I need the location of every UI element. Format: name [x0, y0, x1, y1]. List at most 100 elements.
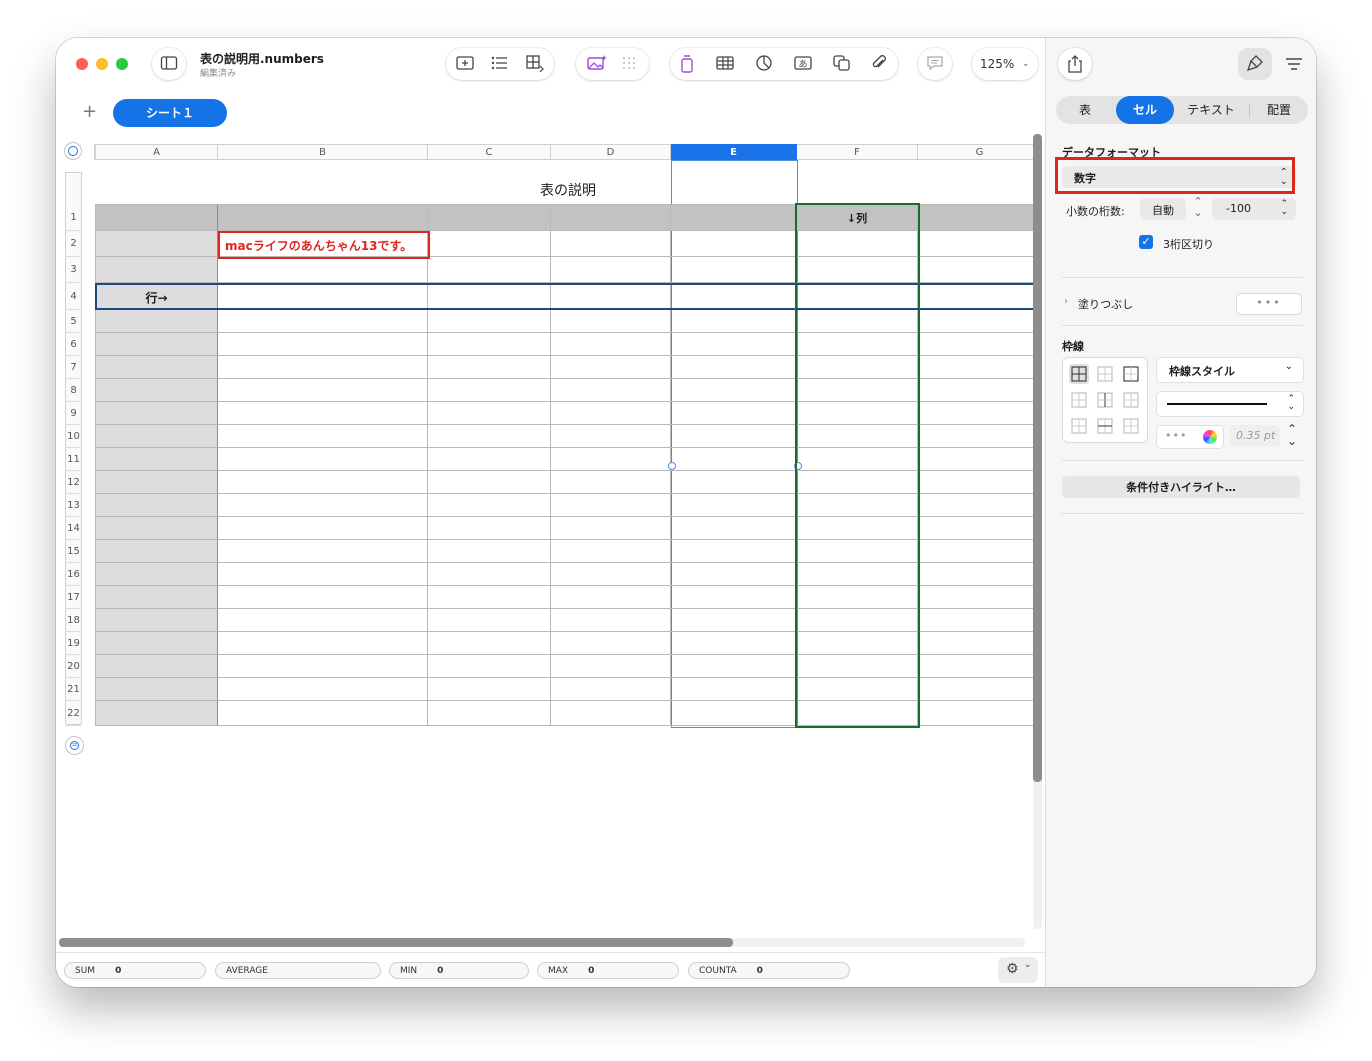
cell-c12[interactable]	[428, 471, 551, 494]
cell-e14[interactable]	[671, 517, 797, 540]
border-width-field[interactable]: 0.35 pt	[1230, 425, 1280, 447]
vertical-inner-icon[interactable]	[1095, 390, 1115, 410]
cell-a17[interactable]	[95, 586, 218, 609]
cell-a8[interactable]	[95, 379, 218, 402]
cell-e16[interactable]	[671, 563, 797, 586]
cell-e9[interactable]	[671, 402, 797, 425]
cell-a9[interactable]	[95, 402, 218, 425]
organize-button[interactable]	[1280, 50, 1308, 78]
row-header-18[interactable]: 18	[65, 609, 82, 632]
cell-a15[interactable]	[95, 540, 218, 563]
cell-g19[interactable]	[918, 632, 1042, 655]
cell-g21[interactable]	[918, 678, 1042, 701]
cell-b14[interactable]	[218, 517, 428, 540]
bottom-cells-icon[interactable]	[1069, 416, 1089, 436]
cell-e12[interactable]	[671, 471, 797, 494]
row-header-3[interactable]: 3	[65, 257, 82, 283]
table-add-icon[interactable]	[522, 48, 548, 80]
cell-e21[interactable]	[671, 678, 797, 701]
cell-c1[interactable]	[428, 204, 551, 231]
cell-g3[interactable]	[918, 257, 1042, 283]
cell-b17[interactable]	[218, 586, 428, 609]
cell-a1[interactable]	[95, 204, 218, 231]
cell-g8[interactable]	[918, 379, 1042, 402]
fill-label[interactable]: 塗りつぶし	[1078, 296, 1133, 312]
cell-g15[interactable]	[918, 540, 1042, 563]
vertical-scrollbar-track[interactable]	[1033, 134, 1042, 929]
status-max[interactable]: MAX 0	[537, 962, 679, 979]
cell-e2[interactable]	[671, 231, 797, 257]
cell-e13[interactable]	[671, 494, 797, 517]
right-border-icon[interactable]	[1121, 390, 1141, 410]
tab-table[interactable]: 表	[1056, 96, 1114, 124]
tab-text[interactable]: テキスト	[1176, 96, 1246, 124]
row-header-13[interactable]: 13	[65, 494, 82, 517]
row-header-11[interactable]: 11	[65, 448, 82, 471]
cell-d22[interactable]	[551, 701, 671, 726]
cell-a11[interactable]	[95, 448, 218, 471]
textbox-icon[interactable]: あ	[790, 48, 816, 80]
cell-d19[interactable]	[551, 632, 671, 655]
status-sum[interactable]: SUM 0	[64, 962, 206, 979]
cell-c3[interactable]	[428, 257, 551, 283]
cell-d12[interactable]	[551, 471, 671, 494]
cell-d13[interactable]	[551, 494, 671, 517]
cell-c15[interactable]	[428, 540, 551, 563]
cell-e10[interactable]	[671, 425, 797, 448]
all-borders-icon[interactable]	[1069, 364, 1089, 384]
cell-d14[interactable]	[551, 517, 671, 540]
cell-g5[interactable]	[918, 310, 1042, 333]
cell-d17[interactable]	[551, 586, 671, 609]
row-header-8[interactable]: 8	[65, 379, 82, 402]
column-header-f[interactable]: F	[797, 144, 918, 160]
cell-g22[interactable]	[918, 701, 1042, 726]
cell-g18[interactable]	[918, 609, 1042, 632]
cell-e17[interactable]	[671, 586, 797, 609]
cell-g12[interactable]	[918, 471, 1042, 494]
cell-c22[interactable]	[428, 701, 551, 726]
cell-a19[interactable]	[95, 632, 218, 655]
cell-c6[interactable]	[428, 333, 551, 356]
cell-c14[interactable]	[428, 517, 551, 540]
cell-c16[interactable]	[428, 563, 551, 586]
cell-g14[interactable]	[918, 517, 1042, 540]
cell-g11[interactable]	[918, 448, 1042, 471]
cell-g10[interactable]	[918, 425, 1042, 448]
cell-c21[interactable]	[428, 678, 551, 701]
status-min[interactable]: MIN 0	[389, 962, 529, 979]
row-header-14[interactable]: 14	[65, 517, 82, 540]
decimals-select[interactable]: 自動	[1140, 198, 1186, 220]
conditional-highlight-button[interactable]: 条件付きハイライト…	[1062, 476, 1300, 498]
add-row-button[interactable]: =	[65, 736, 84, 755]
cell-c11[interactable]	[428, 448, 551, 471]
row-header-9[interactable]: 9	[65, 402, 82, 425]
text-icon[interactable]	[674, 48, 700, 80]
column-header-g[interactable]: G	[918, 144, 1042, 160]
row-header-22[interactable]: 22	[65, 701, 82, 726]
zoom-window-button[interactable]	[116, 58, 128, 70]
cell-d2[interactable]	[551, 231, 671, 257]
cell-g17[interactable]	[918, 586, 1042, 609]
column-header-e[interactable]: E	[671, 144, 797, 160]
cell-b1[interactable]	[218, 204, 428, 231]
row-header-17[interactable]: 17	[65, 586, 82, 609]
cell-e18[interactable]	[671, 609, 797, 632]
cell-e22[interactable]	[671, 701, 797, 726]
row-header-7[interactable]: 7	[65, 356, 82, 379]
grid-icon[interactable]	[616, 48, 642, 80]
tab-arrange[interactable]: 配置	[1250, 96, 1308, 124]
cell-d15[interactable]	[551, 540, 671, 563]
cell-a14[interactable]	[95, 517, 218, 540]
cell-a6[interactable]	[95, 333, 218, 356]
cell-e5[interactable]	[671, 310, 797, 333]
cell-b11[interactable]	[218, 448, 428, 471]
cell-g16[interactable]	[918, 563, 1042, 586]
cell-e19[interactable]	[671, 632, 797, 655]
cell-g1[interactable]	[918, 204, 1042, 231]
cell-g20[interactable]	[918, 655, 1042, 678]
vertical-scrollbar-thumb[interactable]	[1033, 134, 1042, 782]
row-header-16[interactable]: 16	[65, 563, 82, 586]
cell-a5[interactable]	[95, 310, 218, 333]
cell-a12[interactable]	[95, 471, 218, 494]
cell-c20[interactable]	[428, 655, 551, 678]
